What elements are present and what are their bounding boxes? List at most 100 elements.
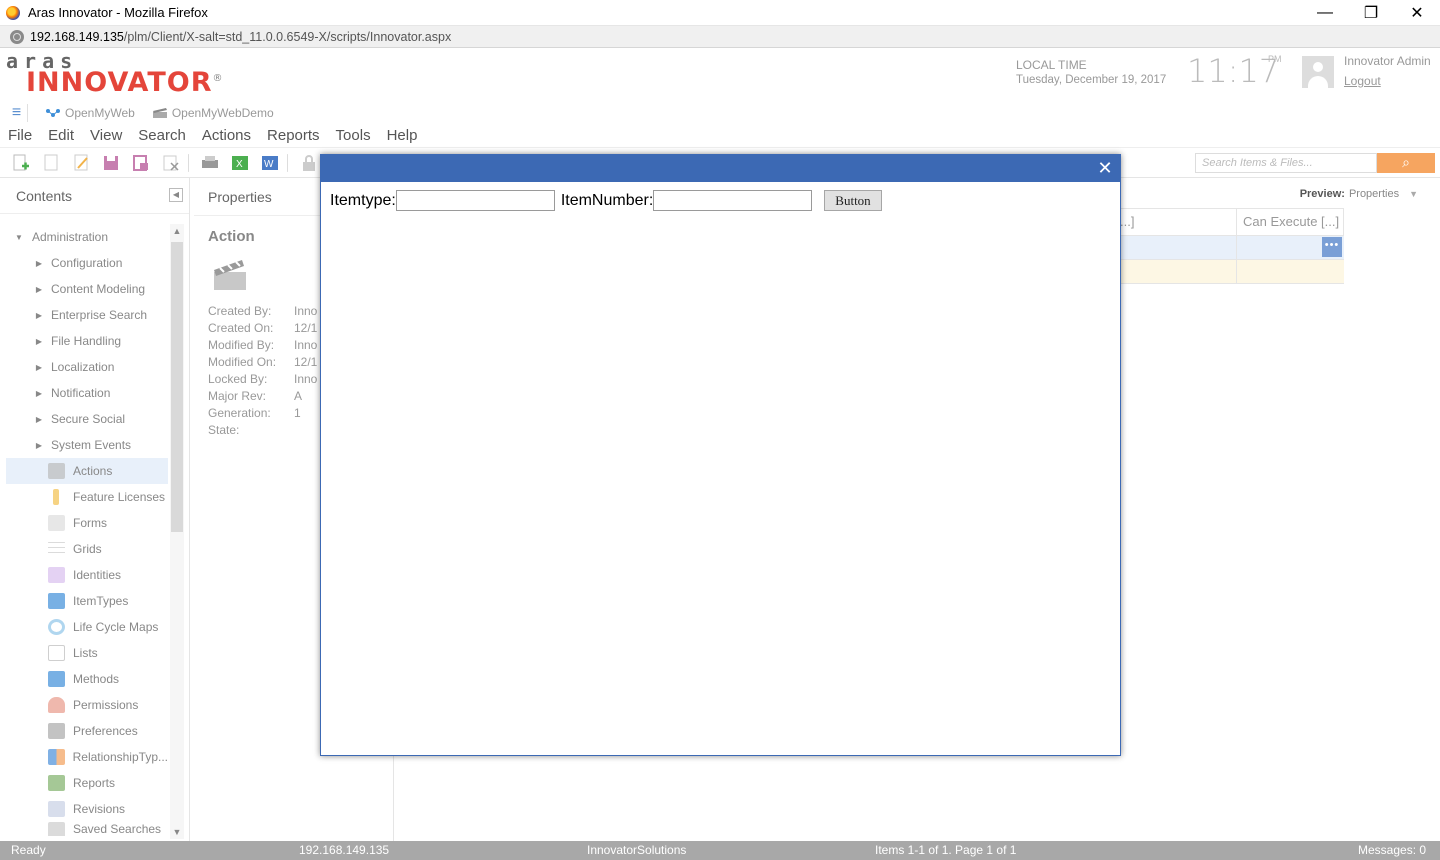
menu-file[interactable]: File bbox=[8, 127, 32, 144]
collapsed-arrow-icon: ▶ bbox=[35, 258, 43, 268]
search-button[interactable]: ⌕ bbox=[1377, 153, 1435, 173]
tree-item-identities[interactable]: Identities bbox=[0, 562, 168, 588]
print-icon[interactable] bbox=[201, 154, 219, 172]
preview-selector[interactable]: Preview: Properties ▼ bbox=[1300, 188, 1418, 200]
tree-item-label: Permissions bbox=[73, 698, 139, 712]
tree-node-administration[interactable]: ▼ Administration bbox=[0, 224, 168, 250]
tree-item-label: Methods bbox=[73, 672, 120, 686]
properties-title: Properties bbox=[208, 188, 272, 205]
url-text[interactable]: 192.168.149.135/plm/Client/X-salt=std_11… bbox=[30, 30, 451, 44]
contents-panel: Contents ◀ ▼ Administration ▶ Configuratio… bbox=[0, 178, 190, 841]
contents-scrollbar[interactable]: ▲ ▼ bbox=[170, 224, 184, 839]
tree-item-forms[interactable]: Forms bbox=[0, 510, 168, 536]
modal-dialog: ✕ Itemtype: ItemNumber: Button bbox=[320, 154, 1121, 756]
tree-node-folder[interactable]: ▶ Secure Social bbox=[0, 406, 168, 432]
tree-node-folder[interactable]: ▶ Configuration bbox=[0, 250, 168, 276]
logout-link[interactable]: Logout bbox=[1344, 74, 1431, 88]
status-database: InnovatorSolutions bbox=[587, 843, 687, 857]
cell-divider bbox=[1236, 236, 1237, 260]
excel-icon[interactable]: X bbox=[231, 154, 249, 172]
menu-tools[interactable]: Tools bbox=[336, 127, 371, 144]
open-item-icon[interactable] bbox=[42, 154, 60, 172]
hamburger-menu-icon[interactable]: ≡ bbox=[6, 104, 28, 122]
collapsed-arrow-icon: ▶ bbox=[35, 414, 43, 424]
firefox-icon bbox=[6, 5, 20, 20]
menu-help[interactable]: Help bbox=[387, 127, 418, 144]
tree-item-permissions[interactable]: Permissions bbox=[0, 692, 168, 718]
local-time: LOCAL TIME Tuesday, December 19, 2017 bbox=[1016, 58, 1166, 86]
more-options-button[interactable]: ••• bbox=[1322, 237, 1342, 257]
url-bar[interactable]: 192.168.149.135/plm/Client/X-salt=std_11… bbox=[0, 26, 1440, 48]
scroll-down-icon[interactable]: ▼ bbox=[170, 825, 184, 839]
contents-title: Contents bbox=[16, 187, 73, 204]
collapse-panel-icon[interactable]: ◀ bbox=[169, 188, 183, 202]
tree-item-reports[interactable]: Reports bbox=[0, 770, 168, 796]
menu-reports[interactable]: Reports bbox=[267, 127, 320, 144]
minimize-button[interactable]: — bbox=[1302, 0, 1348, 26]
revision-icon bbox=[48, 801, 65, 817]
itemtype-input[interactable] bbox=[395, 190, 555, 211]
table-row-selected[interactable]: ••• bbox=[1120, 236, 1344, 260]
logo-innovator-text: INNOVATOR bbox=[26, 67, 213, 98]
tree-node-folder[interactable]: ▶ Localization bbox=[0, 354, 168, 380]
tree-item-actions[interactable]: Actions bbox=[6, 458, 168, 484]
dialog-close-button[interactable]: ✕ bbox=[1096, 158, 1114, 178]
collapsed-arrow-icon: ▶ bbox=[35, 388, 43, 398]
tree-item-label: Reports bbox=[73, 776, 116, 790]
table-row-new[interactable] bbox=[1120, 260, 1344, 284]
menu-actions[interactable]: Actions bbox=[202, 127, 251, 144]
tree-item-lists[interactable]: Lists bbox=[0, 640, 168, 666]
tab-openmyweb[interactable]: OpenMyWeb bbox=[46, 106, 135, 120]
menu-search[interactable]: Search bbox=[138, 127, 186, 144]
tree-item-life-cycle-maps[interactable]: Life Cycle Maps bbox=[0, 614, 168, 640]
tree-node-folder[interactable]: ▶ File Handling bbox=[0, 328, 168, 354]
column-header-can-execute[interactable]: Can Execute [...] bbox=[1237, 209, 1344, 235]
status-state: Ready bbox=[11, 843, 46, 857]
close-window-button[interactable]: ✕ bbox=[1394, 0, 1440, 26]
scroll-up-icon[interactable]: ▲ bbox=[170, 224, 184, 238]
word-icon[interactable]: W bbox=[261, 154, 279, 172]
tree-item-relationshiptypes[interactable]: RelationshipTyp... bbox=[0, 744, 168, 770]
search-input[interactable]: Search Items & Files... bbox=[1195, 153, 1377, 173]
status-server: 192.168.149.135 bbox=[299, 843, 390, 857]
tree-item-itemtypes[interactable]: ItemTypes bbox=[0, 588, 168, 614]
tab-label: OpenMyWeb bbox=[65, 106, 135, 120]
save-icon[interactable] bbox=[102, 154, 120, 172]
scroll-thumb[interactable] bbox=[171, 242, 183, 532]
dialog-button[interactable]: Button bbox=[824, 190, 882, 211]
status-bar: Ready 192.168.149.135 InnovatorSolutions… bbox=[0, 841, 1440, 860]
collapsed-arrow-icon: ▶ bbox=[35, 440, 43, 450]
tree-node-folder[interactable]: ▶ Notification bbox=[0, 380, 168, 406]
app-header: aras INNOVATOR® LOCAL TIME Tuesday, Dece… bbox=[0, 48, 1440, 102]
aras-logo: aras INNOVATOR® bbox=[6, 51, 224, 98]
new-item-icon[interactable] bbox=[12, 154, 30, 172]
relationship-icon bbox=[48, 749, 65, 765]
tree-item-revisions[interactable]: Revisions bbox=[0, 796, 168, 822]
tree-node-folder[interactable]: ▶ Content Modeling bbox=[0, 276, 168, 302]
local-time-label: LOCAL TIME bbox=[1016, 58, 1087, 72]
url-host: 192.168.149.135 bbox=[30, 29, 124, 44]
edit-item-icon[interactable] bbox=[72, 154, 90, 172]
lock-icon[interactable] bbox=[300, 154, 318, 172]
tree-item-saved-searches[interactable]: Saved Searches bbox=[0, 822, 168, 836]
delete-icon[interactable] bbox=[162, 154, 180, 172]
svg-text:W: W bbox=[264, 159, 274, 170]
maximize-button[interactable]: ❐ bbox=[1348, 0, 1394, 26]
column-header[interactable]: ...] bbox=[1120, 209, 1237, 235]
avatar[interactable] bbox=[1302, 56, 1334, 88]
menu-edit[interactable]: Edit bbox=[48, 127, 74, 144]
tree-item-preferences[interactable]: Preferences bbox=[0, 718, 168, 744]
tree-node-folder[interactable]: ▶ Enterprise Search bbox=[0, 302, 168, 328]
save-unlock-icon[interactable] bbox=[132, 154, 150, 172]
tree-node-folder[interactable]: ▶ System Events bbox=[0, 432, 168, 458]
itemnumber-input[interactable] bbox=[653, 190, 813, 211]
tree-item-grids[interactable]: Grids bbox=[0, 536, 168, 562]
cell-divider bbox=[1236, 260, 1237, 284]
menu-view[interactable]: View bbox=[90, 127, 122, 144]
tree-item-methods[interactable]: Methods bbox=[0, 666, 168, 692]
avatar-body-icon bbox=[1308, 76, 1328, 88]
tab-openmywebdemo[interactable]: OpenMyWebDemo bbox=[152, 106, 274, 120]
logo-registered-mark: ® bbox=[212, 73, 224, 84]
tree-item-feature-licenses[interactable]: Feature Licenses bbox=[0, 484, 168, 510]
tree-node-label: Enterprise Search bbox=[51, 308, 148, 322]
